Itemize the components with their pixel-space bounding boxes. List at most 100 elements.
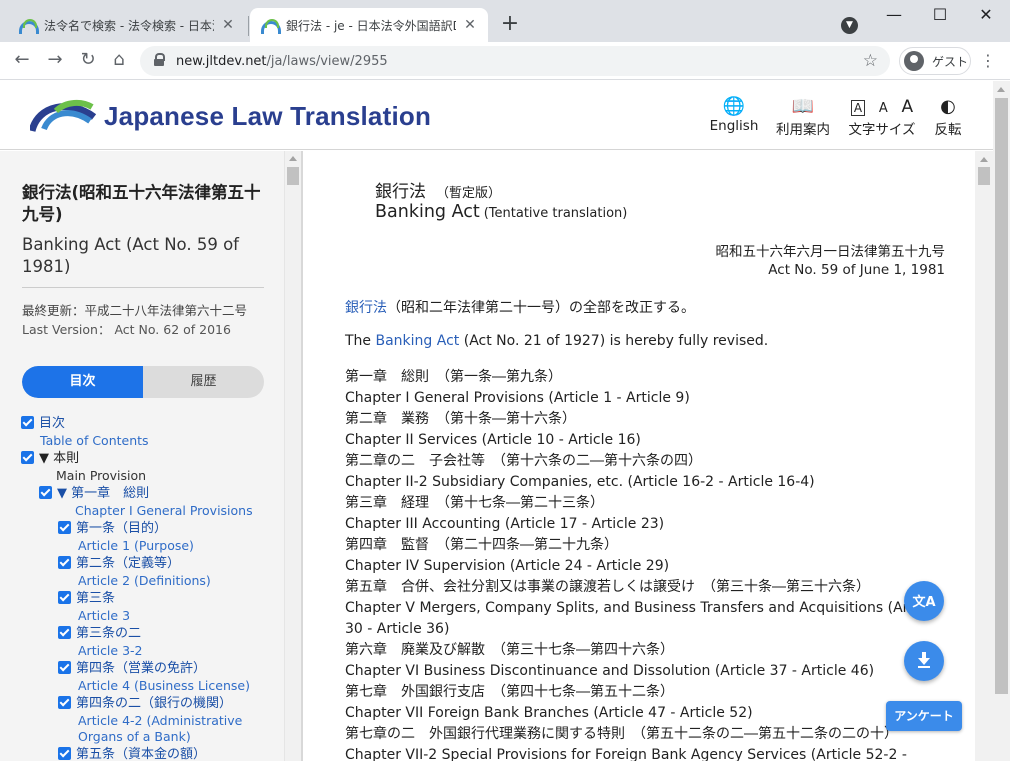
scroll-thumb[interactable] — [995, 98, 1008, 694]
address-bar[interactable]: new.jltdev.net/ja/laws/view/2955 ☆ — [140, 46, 890, 76]
back-arrow-icon[interactable]: ← — [10, 48, 34, 72]
lock-icon[interactable] — [154, 53, 165, 66]
checkbox[interactable] — [58, 591, 71, 604]
toc-item-sublabel[interactable]: Article 3-2 — [78, 643, 143, 659]
checkbox[interactable] — [58, 626, 71, 639]
english-label: English — [709, 118, 759, 134]
new-tab-button[interactable]: + — [498, 13, 522, 37]
site-logo-icon[interactable] — [30, 95, 96, 135]
checkbox[interactable] — [58, 661, 71, 674]
banking-act-link[interactable]: Banking Act — [376, 333, 460, 349]
toc-item-sublabel[interactable]: Article 3 — [78, 608, 130, 624]
toc-item-article-3[interactable]: 第三条 — [58, 590, 115, 607]
toc-item-main-provision[interactable]: ▼ 本則 — [21, 450, 79, 467]
content-scrollbar[interactable] — [975, 151, 993, 761]
banking-act-link[interactable]: 銀行法 — [345, 300, 387, 316]
toc-item-label[interactable]: ▼ 本則 — [39, 451, 79, 466]
font-medium-icon[interactable]: A — [879, 98, 888, 120]
scroll-thumb[interactable] — [978, 167, 990, 185]
profile-label: ゲスト — [932, 54, 969, 69]
reload-icon[interactable]: ↻ — [76, 48, 100, 72]
browser-tab-search[interactable]: 法令名で検索 - 法令検索 - 日本法 ✕ — [8, 8, 246, 42]
scroll-up-icon[interactable] — [997, 87, 1005, 92]
english-button[interactable]: 🌐 English — [706, 96, 762, 134]
toc-item-sublabel[interactable]: Article 4-2 (Administrative — [78, 713, 242, 729]
revision-note-en-text: (Act No. 21 of 1927) is hereby fully rev… — [459, 333, 769, 349]
sidebar: 銀行法(昭和五十六年法律第五十九号) Banking Act (Act No. … — [0, 151, 284, 761]
sidebar-tab-switch: 目次 履歴 — [22, 366, 264, 398]
toc-item-article-1[interactable]: 第一条（目的） — [58, 520, 167, 537]
site-favicon-icon — [18, 17, 39, 34]
toc-item-article-4-2[interactable]: 第四条の二（銀行の機関） — [58, 695, 232, 712]
home-icon[interactable]: ⌂ — [107, 48, 131, 72]
close-window-button[interactable]: ✕ — [963, 0, 1009, 32]
checkbox[interactable] — [58, 521, 71, 534]
survey-button[interactable]: アンケート — [886, 701, 962, 731]
chapter-line: 第一章 総則 （第一条―第九条） — [345, 369, 562, 385]
scroll-thumb[interactable] — [287, 167, 299, 185]
toc-item-label[interactable]: 第三条 — [76, 591, 115, 606]
checkbox[interactable] — [58, 747, 71, 760]
chapter-line: Chapter IV Supervision (Article 24 - Art… — [345, 558, 670, 574]
font-large-icon[interactable]: A — [901, 96, 913, 118]
toc-item-label[interactable]: 第四条（営業の免許） — [76, 661, 206, 676]
toc-item-chapter-1[interactable]: ▼ 第一章 総則 — [39, 485, 149, 502]
contrast-button[interactable]: ◐ 反転 — [928, 96, 968, 138]
toc-item-label[interactable]: ▼ 第一章 総則 — [57, 486, 149, 501]
download-button[interactable] — [904, 641, 944, 681]
browser-tab-banking-act[interactable]: 銀行法 - je - 日本法令外国語訳DB ✕ — [250, 8, 488, 42]
maximize-window-button[interactable]: ☐ — [917, 0, 963, 32]
toc-item-sublabel[interactable]: Organs of a Bank) — [78, 729, 191, 745]
checkbox[interactable] — [39, 486, 52, 499]
toc-item-sublabel[interactable]: Table of Contents — [40, 433, 149, 449]
toc-item-article-3-2[interactable]: 第三条の二 — [58, 625, 141, 642]
chapter-line: 第七章 外国銀行支店 （第四十七条―第五十二条） — [345, 684, 674, 700]
guide-button[interactable]: 📖 利用案内 — [770, 96, 836, 138]
minimize-window-button[interactable]: — — [871, 0, 917, 32]
translate-button[interactable]: 文A — [904, 581, 944, 621]
toc-item-article-2[interactable]: 第二条（定義等） — [58, 555, 180, 572]
tab-toc[interactable]: 目次 — [22, 366, 143, 398]
toc-item-label[interactable]: 第一条（目的） — [76, 521, 167, 536]
bookmark-star-icon[interactable]: ☆ — [863, 51, 878, 71]
scroll-up-icon[interactable] — [980, 157, 988, 162]
profile-button[interactable]: ゲスト — [899, 47, 971, 75]
checkbox[interactable] — [58, 696, 71, 709]
page-scrollbar[interactable] — [993, 81, 1010, 761]
tab-separator — [248, 16, 249, 36]
close-tab-icon[interactable]: ✕ — [462, 17, 478, 33]
close-tab-icon[interactable]: ✕ — [220, 17, 236, 33]
tab-history[interactable]: 履歴 — [143, 366, 264, 398]
toc-item-label[interactable]: 第五条（資本金の額） — [76, 747, 206, 761]
checkbox[interactable] — [58, 556, 71, 569]
tab-search-icon[interactable]: ▼ — [841, 17, 858, 34]
toc-item-label[interactable]: 第四条の二（銀行の機関） — [76, 696, 232, 711]
sidebar-scrollbar[interactable] — [284, 151, 301, 761]
toc-item-contents[interactable]: 目次 — [21, 415, 65, 432]
forward-arrow-icon[interactable]: → — [43, 48, 67, 72]
toc-item-article-5[interactable]: 第五条（資本金の額） — [58, 746, 206, 761]
toc-item-label[interactable]: 第三条の二 — [76, 626, 141, 641]
toc-item-article-4[interactable]: 第四条（営業の免許） — [58, 660, 206, 677]
scroll-up-icon[interactable] — [289, 156, 297, 161]
checkbox[interactable] — [21, 451, 34, 464]
site-header: Japanese Law Translation 🌐 English 📖 利用案… — [0, 81, 993, 150]
sidebar-law-title-en: Banking Act (Act No. 59 of 1981) — [22, 235, 239, 276]
chapter-line: 第六章 廃業及び解散 （第三十七条―第四十六条） — [345, 642, 674, 658]
book-icon: 📖 — [791, 96, 815, 117]
font-size-control[interactable]: A A A 文字サイズ — [842, 96, 922, 138]
toc-item-sublabel[interactable]: Chapter I General Provisions — [75, 503, 253, 519]
font-size-label: 文字サイズ — [848, 122, 916, 138]
toc-item-sublabel[interactable]: Main Provision — [56, 468, 146, 484]
last-update-en: Last Version： Act No. 62 of 2016 — [22, 322, 231, 337]
toc-item-sublabel[interactable]: Article 4 (Business License) — [78, 678, 250, 694]
browser-menu-icon[interactable]: ⋮ — [978, 50, 998, 72]
toc-item-label[interactable]: 第二条（定義等） — [76, 556, 180, 571]
checkbox[interactable] — [21, 416, 34, 429]
site-title[interactable]: Japanese Law Translation — [104, 101, 431, 132]
toc-item-sublabel[interactable]: Article 1 (Purpose) — [78, 538, 194, 554]
browser-tab-strip: 法令名で検索 - 法令検索 - 日本法 ✕ 銀行法 - je - 日本法令外国語… — [0, 0, 1010, 42]
font-small-icon[interactable]: A — [850, 100, 866, 116]
toc-item-sublabel[interactable]: Article 2 (Definitions) — [78, 573, 211, 589]
toc-item-label[interactable]: 目次 — [39, 416, 65, 431]
